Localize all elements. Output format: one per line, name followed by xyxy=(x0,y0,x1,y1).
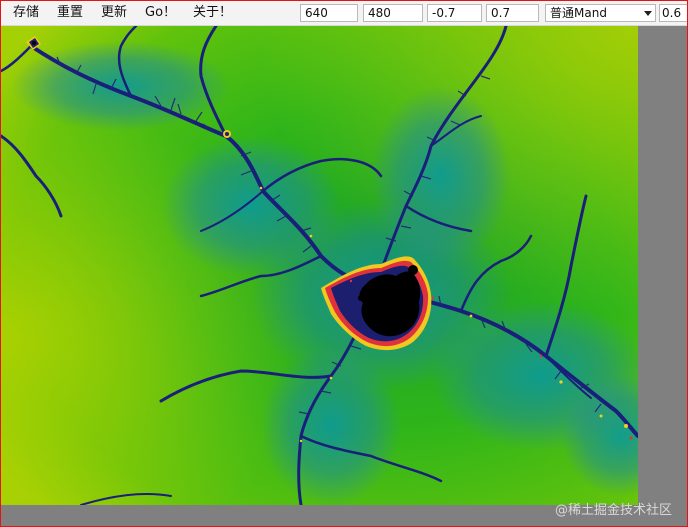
mandelbrot-render xyxy=(1,26,638,505)
extra-input[interactable]: 0.6 xyxy=(659,4,687,22)
about-button[interactable]: 关于！ xyxy=(193,5,232,21)
height-input[interactable]: 480 xyxy=(363,4,423,22)
watermark-text: @稀土掘金技术社区 xyxy=(554,503,672,518)
toolbar: 存储 重置 更新 Go！ 关于！ 640 480 -0.7 0.7 普通Mand… xyxy=(1,1,687,26)
center-y-input[interactable]: 0.7 xyxy=(486,4,539,22)
mode-select[interactable]: 普通Mand xyxy=(545,4,656,22)
fractal-canvas[interactable] xyxy=(1,26,638,505)
center-x-input[interactable]: -0.7 xyxy=(427,4,482,22)
save-button[interactable]: 存储 xyxy=(13,5,39,21)
update-button[interactable]: 更新 xyxy=(101,5,127,21)
mode-select-value: 普通Mand xyxy=(550,6,607,20)
chevron-down-icon xyxy=(644,11,652,16)
canvas-margin-bottom xyxy=(1,505,638,526)
canvas-margin-right xyxy=(638,26,687,526)
go-button[interactable]: Go！ xyxy=(145,5,176,21)
reset-button[interactable]: 重置 xyxy=(57,5,83,21)
width-input[interactable]: 640 xyxy=(300,4,358,22)
